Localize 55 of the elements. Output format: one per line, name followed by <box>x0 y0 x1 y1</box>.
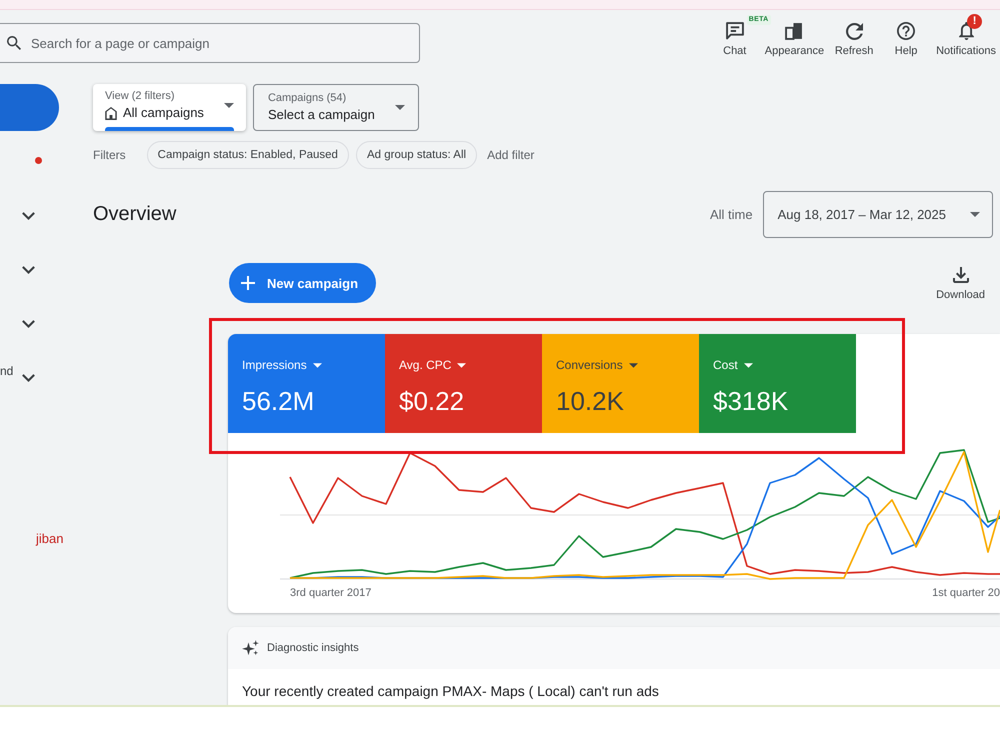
help-button[interactable]: Help <box>880 18 932 60</box>
metric-tile[interactable]: Conversions 10.2K <box>542 334 699 433</box>
date-range-dropdown[interactable]: Aug 18, 2017 – Mar 12, 2025 <box>762 191 993 238</box>
search-icon <box>7 36 21 50</box>
metric-selector[interactable]: Avg. CPC <box>399 358 466 372</box>
metric-tile[interactable]: Impressions 56.2M <box>228 334 385 433</box>
view-dropdown[interactable]: View (2 filters) All campaigns <box>93 84 246 131</box>
new-campaign-button[interactable]: New campaign <box>229 263 376 303</box>
chevron-icon[interactable] <box>22 212 35 220</box>
add-filter-link[interactable]: Add filter <box>484 148 538 162</box>
home-icon <box>105 106 117 120</box>
metric-value: $318K <box>713 386 790 416</box>
sparkle-icon <box>242 640 259 656</box>
help-icon <box>897 22 916 40</box>
note-text: jiban <box>36 531 64 546</box>
metric-selector[interactable]: Impressions <box>242 358 322 372</box>
metric-tile[interactable]: Cost $318K <box>699 334 856 433</box>
caret-icon <box>224 103 234 108</box>
metric-value: 10.2K <box>556 386 625 416</box>
x-axis-label: 1st quarter 20 <box>932 587 1000 599</box>
insights-title: Diagnostic insights <box>267 642 359 654</box>
caret-icon <box>312 362 322 368</box>
metric-value: 56.2M <box>242 386 316 416</box>
x-axis-label: 3rd quarter 2017 <box>290 587 372 599</box>
caret-icon <box>970 212 980 217</box>
caret-icon <box>628 362 638 368</box>
chat-icon <box>726 22 744 40</box>
caret-icon <box>457 362 466 368</box>
filter-chip[interactable]: Campaign status: Enabled, Paused <box>146 141 349 169</box>
chevron-icon[interactable] <box>22 266 35 274</box>
chevron-icon[interactable] <box>22 374 35 382</box>
page-title: Overview <box>93 203 176 226</box>
download-button[interactable]: Download <box>936 263 985 301</box>
metric-selector[interactable]: Cost <box>713 358 753 372</box>
metric-selector[interactable]: Conversions <box>556 358 638 372</box>
insight-message[interactable]: Your recently created campaign PMAX- Maps ( Local) can't run ads <box>242 683 986 699</box>
search-field[interactable]: Search for a page or campaign <box>0 23 420 63</box>
date-range-label: All time <box>710 207 753 222</box>
notification-dot <box>35 156 42 164</box>
plus-icon <box>241 276 255 290</box>
chevron-icon[interactable] <box>22 320 35 328</box>
metric-value: $0.22 <box>399 386 466 416</box>
refresh-button[interactable]: Refresh <box>828 18 880 60</box>
filter-chip[interactable]: Ad group status: All <box>356 141 478 169</box>
nav-label[interactable]: nd <box>0 364 22 378</box>
filters-label: Filters <box>93 148 126 162</box>
caret-icon <box>394 105 405 110</box>
refresh-icon <box>846 22 863 40</box>
sidebar-button[interactable] <box>0 84 59 131</box>
caret-icon <box>744 362 753 368</box>
metric-tile[interactable]: Avg. CPC $0.22 <box>385 334 542 433</box>
alert-badge: ! <box>967 14 982 29</box>
download-icon <box>952 267 969 283</box>
campaign-dropdown[interactable]: Campaigns (54) Select a campaign <box>252 84 419 131</box>
appearance-icon <box>785 22 804 40</box>
